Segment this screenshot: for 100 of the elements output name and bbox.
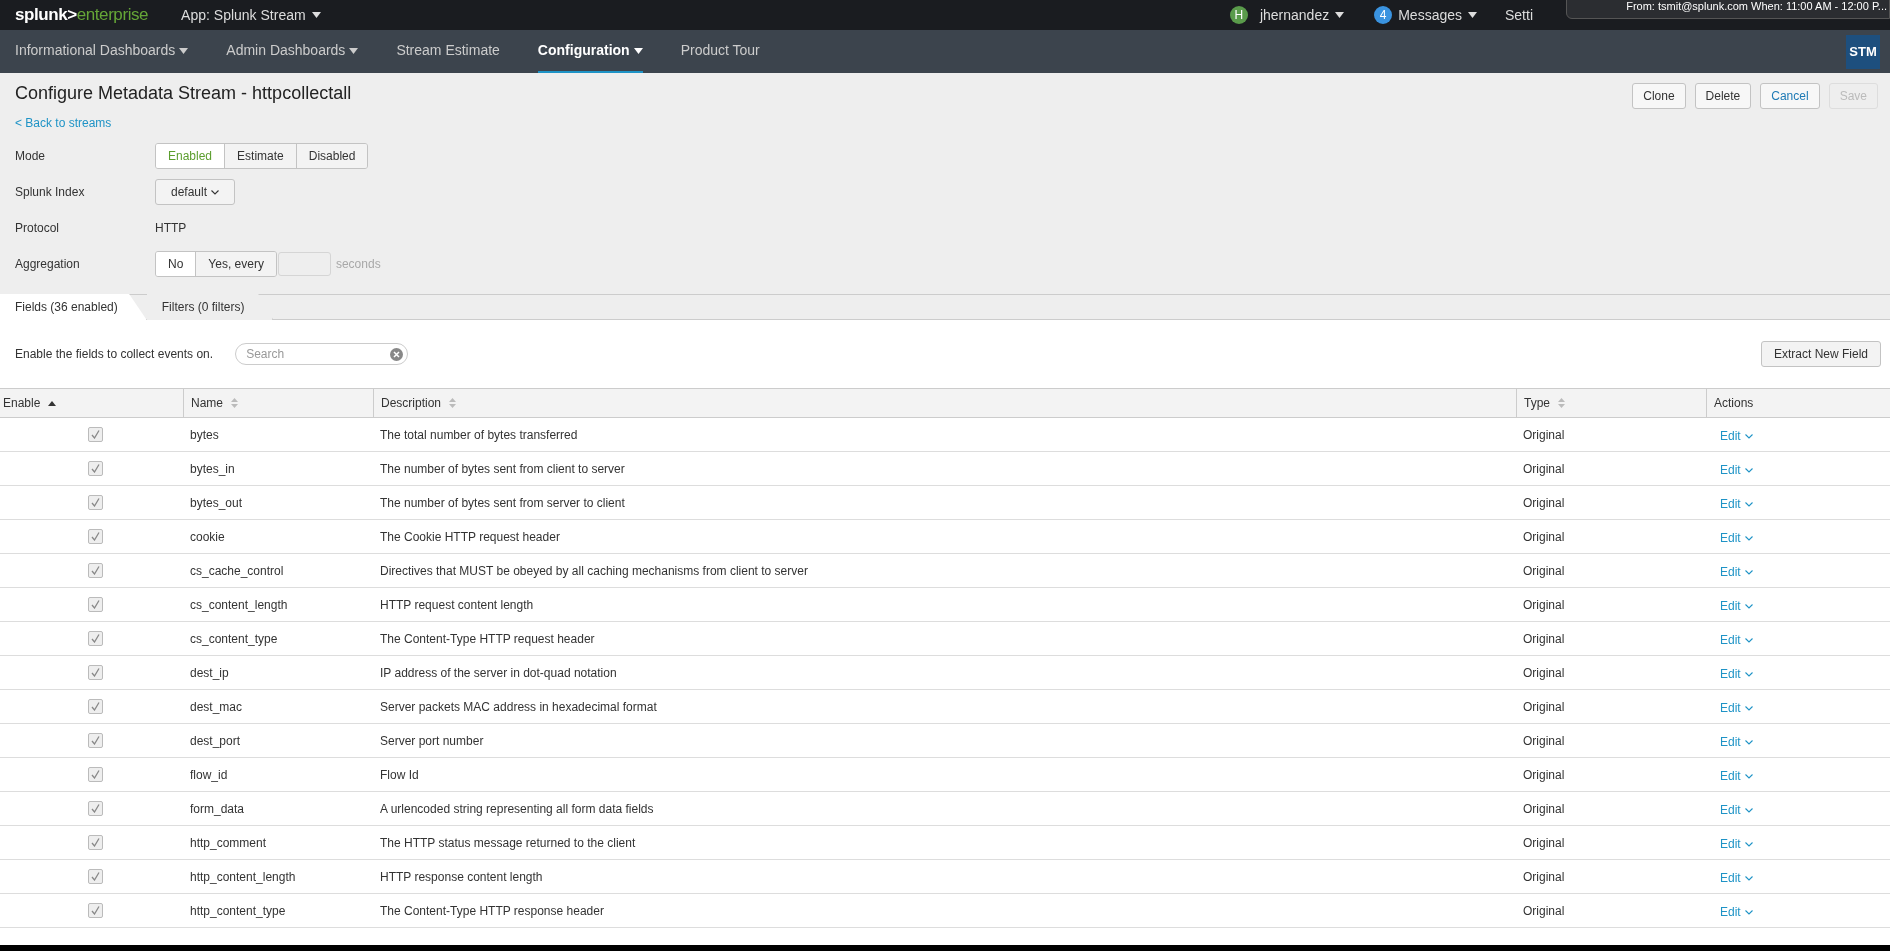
caret-icon — [179, 47, 189, 54]
field-name: cookie — [190, 528, 225, 546]
chevron-icon — [1744, 603, 1753, 609]
clear-icon[interactable] — [390, 347, 404, 361]
aggregation-option[interactable]: No — [156, 252, 196, 276]
notification-popup[interactable]: From: tsmit@splunk.com When: 11:00 AM - 12:00 P... — [1566, 0, 1890, 19]
field-type: Original — [1523, 698, 1565, 716]
nav-item[interactable]: Admin Dashboards — [226, 30, 359, 73]
nav-item[interactable]: Stream Estimate — [396, 30, 500, 73]
mode-option[interactable]: Estimate — [224, 144, 296, 168]
edit-menu-link[interactable]: Edit — [1720, 699, 1753, 717]
action-button[interactable]: Cancel — [1760, 83, 1820, 109]
checkbox[interactable] — [88, 529, 103, 544]
protocol-value: HTTP — [155, 220, 188, 237]
checkbox[interactable] — [88, 699, 103, 714]
nav-item[interactable]: Product Tour — [680, 30, 760, 73]
search-field[interactable]: Search — [235, 343, 409, 365]
checkbox[interactable] — [88, 563, 103, 578]
tab[interactable]: Fields (36 enabled) — [0, 294, 147, 320]
mode-option[interactable]: Enabled — [156, 144, 225, 168]
edit-menu-link[interactable]: Edit — [1720, 461, 1753, 479]
action-button[interactable]: Delete — [1694, 83, 1752, 109]
app-menu[interactable]: App: Splunk Stream — [181, 4, 321, 26]
chevron-icon — [1744, 637, 1753, 643]
checkbox[interactable] — [88, 495, 103, 510]
mode-option[interactable]: Disabled — [295, 144, 368, 168]
checkbox[interactable] — [88, 869, 103, 884]
edit-menu-link[interactable]: Edit — [1720, 733, 1753, 751]
checkbox[interactable] — [88, 461, 103, 476]
sort-icon — [449, 398, 457, 408]
chevron-icon — [1744, 739, 1753, 745]
edit-menu-link[interactable]: Edit — [1720, 665, 1753, 683]
chevron-icon — [1744, 501, 1753, 507]
field-description: A urlencoded string representing all form data fields — [380, 800, 654, 818]
index-dropdown[interactable]: default — [155, 179, 236, 205]
field-description: The number of bytes sent from server to client — [380, 494, 625, 512]
field-label: Mode — [15, 148, 47, 165]
field-name: dest_port — [190, 732, 241, 750]
checkbox[interactable] — [88, 767, 103, 782]
field-description: HTTP response content length — [380, 868, 543, 886]
extract-new-field-button[interactable]: Extract New Field — [1760, 341, 1881, 367]
field-name: bytes — [190, 426, 219, 444]
field-description: Flow Id — [380, 766, 419, 784]
field-type: Original — [1523, 732, 1565, 750]
edit-menu-link[interactable]: Edit — [1720, 427, 1753, 445]
edit-menu-link[interactable]: Edit — [1720, 495, 1753, 513]
column-header[interactable]: Type — [1516, 389, 1706, 417]
edit-menu-link[interactable]: Edit — [1720, 801, 1753, 819]
app-badge: STM — [1846, 34, 1880, 69]
checkbox[interactable] — [88, 597, 103, 612]
field-type: Original — [1523, 426, 1565, 444]
edit-menu-link[interactable]: Edit — [1720, 631, 1753, 649]
caret-icon — [311, 12, 321, 18]
checkbox[interactable] — [88, 665, 103, 680]
logo: splunk>enterprise — [15, 4, 149, 27]
tab[interactable]: Filters (0 filters) — [146, 294, 274, 320]
field-type: Original — [1523, 834, 1565, 852]
chevron-icon — [1744, 909, 1753, 915]
field-description: Server port number — [380, 732, 484, 750]
field-description: Server packets MAC address in hexadecimal format — [380, 698, 657, 716]
message-count-badge: 4 — [1374, 6, 1393, 24]
action-button[interactable]: Clone — [1632, 83, 1686, 109]
messages-menu[interactable]: Messages — [1398, 4, 1477, 26]
edit-menu-link[interactable]: Edit — [1720, 767, 1753, 785]
chevron-icon — [1744, 671, 1753, 677]
edit-menu-link[interactable]: Edit — [1720, 529, 1753, 547]
edit-menu-link[interactable]: Edit — [1720, 563, 1753, 581]
checkbox[interactable] — [88, 733, 103, 748]
sort-icon — [1558, 398, 1565, 408]
user-menu[interactable]: jhernandez — [1259, 4, 1345, 26]
chevron-icon — [1744, 875, 1753, 881]
checkbox[interactable] — [88, 801, 103, 816]
edit-menu-link[interactable]: Edit — [1720, 835, 1753, 853]
edit-menu-link[interactable]: Edit — [1720, 869, 1753, 887]
column-header[interactable]: Enable — [0, 389, 183, 417]
checkbox[interactable] — [88, 631, 103, 646]
notification-text: From: tsmit@splunk.com When: 11:00 AM - 12:00 P... — [1626, 0, 1887, 15]
edit-menu-link[interactable]: Edit — [1720, 903, 1753, 921]
field-description: The total number of bytes transferred — [380, 426, 578, 444]
nav-item[interactable]: Informational Dashboards — [15, 30, 189, 73]
field-name: flow_id — [190, 766, 228, 784]
field-label: Aggregation — [15, 256, 81, 273]
field-name: dest_ip — [190, 664, 229, 682]
checkbox[interactable] — [88, 835, 103, 850]
field-name: form_data — [190, 800, 245, 818]
fields-hint: Enable the fields to collect events on. — [15, 346, 214, 363]
field-description: HTTP request content length — [380, 596, 534, 614]
field-description: The Content-Type HTTP request header — [380, 630, 595, 648]
field-name: cs_cache_control — [190, 562, 284, 580]
edit-menu-link[interactable]: Edit — [1720, 597, 1753, 615]
checkbox[interactable] — [88, 427, 103, 442]
sort-icon — [231, 398, 238, 408]
field-type: Original — [1523, 494, 1565, 512]
checkbox[interactable] — [88, 903, 103, 918]
column-header[interactable]: Description — [373, 389, 1516, 417]
aggregation-option[interactable]: Yes, every — [195, 252, 276, 276]
column-header[interactable]: Name — [183, 389, 373, 417]
chevron-icon — [211, 189, 220, 195]
unit-label: seconds — [335, 256, 381, 273]
field-name: dest_mac — [190, 698, 243, 716]
